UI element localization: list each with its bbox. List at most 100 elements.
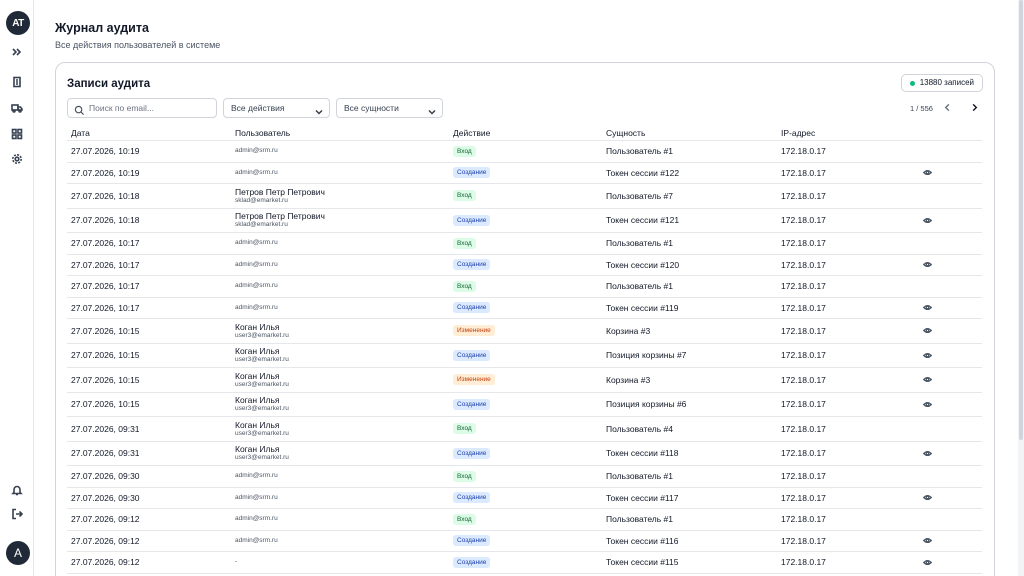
status-dot	[909, 81, 915, 86]
gear-icon[interactable]	[10, 152, 24, 166]
table-row[interactable]: 27.07.2026, 10:18 Петров Петр Петрович skl…	[67, 209, 982, 233]
search-field[interactable]	[67, 98, 217, 118]
bell-icon[interactable]	[10, 483, 24, 497]
row-user-name: Коган Илья	[235, 395, 280, 406]
row-entity: Токен сессии #122	[606, 167, 680, 178]
row-ip: 172.18.0.17	[781, 471, 826, 482]
chevron-down-icon	[428, 104, 436, 115]
view-details-eye-icon[interactable]	[923, 488, 932, 509]
action-badge: Создание	[453, 167, 491, 179]
row-ip: 172.18.0.17	[781, 350, 826, 361]
row-date: 27.07.2026, 10:17	[71, 238, 140, 249]
column-date[interactable]: Дата	[71, 128, 90, 138]
action-badge: Вход	[453, 190, 476, 202]
row-action: Создание	[453, 163, 491, 184]
row-ip: 172.18.0.17	[781, 281, 826, 292]
table-row[interactable]: 27.07.2026, 09:30 admin@srm.ru Вход Пользов…	[67, 466, 982, 488]
expand-sidebar-icon[interactable]	[10, 45, 24, 59]
view-details-eye-icon[interactable]	[923, 393, 932, 417]
row-date: 27.07.2026, 10:17	[71, 259, 140, 270]
table-row[interactable]: 27.07.2026, 10:17 admin@srm.ru Вход Пользов…	[67, 233, 982, 255]
row-entity: Токен сессии #120	[606, 259, 680, 270]
table-row[interactable]: 27.07.2026, 10:17 admin@srm.ru Создание Ток…	[67, 298, 982, 319]
building-icon[interactable]	[10, 75, 24, 89]
view-details-eye-icon[interactable]	[923, 368, 932, 392]
page-scrollbar[interactable]	[1018, 0, 1024, 576]
view-details-eye-icon[interactable]	[923, 344, 932, 368]
action-filter-select[interactable]: Все действия	[223, 98, 330, 118]
row-user: -	[235, 552, 237, 573]
row-action: Вход	[453, 233, 476, 254]
column-entity[interactable]: Сущность	[606, 128, 645, 138]
table-row[interactable]: 27.07.2026, 09:12 admin@srm.ru Создание Ток…	[67, 531, 982, 552]
row-date: 27.07.2026, 10:15	[71, 399, 140, 410]
row-user-name: Петров Петр Петрович	[235, 211, 325, 222]
next-page-button[interactable]	[968, 101, 980, 113]
row-date: 27.07.2026, 10:18	[71, 215, 140, 226]
table-row[interactable]: 27.07.2026, 10:19 admin@srm.ru Создание Ток…	[67, 163, 982, 184]
row-user-name: Коган Илья	[235, 444, 280, 455]
entity-filter-select[interactable]: Все сущности	[336, 98, 443, 118]
row-date: 27.07.2026, 09:30	[71, 492, 140, 503]
view-details-eye-icon[interactable]	[923, 298, 932, 319]
table-row[interactable]: 27.07.2026, 10:15 Коган Илья user3@emarket…	[67, 319, 982, 344]
avatar[interactable]: A	[6, 541, 30, 565]
search-input[interactable]	[89, 101, 213, 115]
row-action: Создание	[453, 298, 491, 319]
prev-page-button[interactable]	[941, 101, 953, 113]
row-user-email: sklad@emarket.ru	[235, 221, 288, 229]
row-user: admin@srm.ru	[235, 276, 278, 297]
table-row[interactable]: 27.07.2026, 09:12 - Создание Токен сессии #…	[67, 552, 982, 574]
table-row[interactable]: 27.07.2026, 09:12 admin@srm.ru Вход Пользов…	[67, 509, 982, 531]
scrollbar-thumb[interactable]	[1019, 0, 1023, 440]
row-action: Вход	[453, 466, 476, 487]
column-ip[interactable]: IP-адрес	[781, 128, 815, 138]
row-entity: Позиция корзины #7	[606, 350, 687, 361]
view-details-eye-icon[interactable]	[923, 319, 932, 343]
view-details-eye-icon[interactable]	[923, 163, 932, 184]
table-row[interactable]: 27.07.2026, 09:31 Коган Илья user3@emarket…	[67, 417, 982, 442]
page-subtitle: Все действия пользователей в системе	[55, 40, 221, 50]
table-row[interactable]: 27.07.2026, 10:19 admin@srm.ru Вход Пользов…	[67, 141, 982, 163]
table-row[interactable]: 27.07.2026, 10:15 Коган Илья user3@emarket…	[67, 368, 982, 393]
action-badge: Вход	[453, 280, 476, 292]
row-ip: 172.18.0.17	[781, 302, 826, 313]
logout-icon[interactable]	[10, 507, 24, 521]
row-user: Коган Илья user3@emarket.ru	[235, 393, 289, 417]
truck-icon[interactable]	[10, 101, 24, 115]
view-details-eye-icon[interactable]	[923, 552, 932, 573]
chevron-down-icon	[315, 104, 323, 115]
row-action: Вход	[453, 184, 476, 208]
column-action[interactable]: Действие	[453, 128, 490, 138]
row-user-name: Коган Илья	[235, 370, 280, 381]
row-ip: 172.18.0.17	[781, 325, 826, 336]
app-logo[interactable]: AT	[6, 11, 30, 35]
table-row[interactable]: 27.07.2026, 09:31 Коган Илья user3@emarket…	[67, 442, 982, 466]
action-badge: Создание	[453, 492, 491, 504]
column-user[interactable]: Пользователь	[235, 128, 290, 138]
row-user-email: -	[235, 558, 238, 566]
view-details-eye-icon[interactable]	[923, 209, 932, 233]
row-entity: Токен сессии #116	[606, 535, 679, 546]
table-row[interactable]: 27.07.2026, 10:17 admin@srm.ru Создание Ток…	[67, 255, 982, 276]
action-filter-value: Все действия	[231, 103, 285, 113]
row-ip: 172.18.0.17	[781, 215, 826, 226]
grid-icon[interactable]	[10, 127, 24, 141]
table-row[interactable]: 27.07.2026, 10:15 Коган Илья user3@emarket…	[67, 344, 982, 368]
row-user: admin@srm.ru	[235, 531, 278, 552]
view-details-eye-icon[interactable]	[923, 442, 932, 466]
row-ip: 172.18.0.17	[781, 238, 826, 249]
sidebar: AT A	[0, 0, 34, 576]
row-user-email: user3@emarket.ru	[235, 429, 289, 437]
view-details-eye-icon[interactable]	[923, 531, 932, 552]
row-date: 27.07.2026, 10:15	[71, 350, 140, 361]
row-ip: 172.18.0.17	[781, 399, 826, 410]
table-row[interactable]: 27.07.2026, 10:18 Петров Петр Петрович skl…	[67, 184, 982, 209]
row-user: admin@srm.ru	[235, 163, 278, 184]
table-row[interactable]: 27.07.2026, 10:15 Коган Илья user3@emarket…	[67, 393, 982, 417]
table-row[interactable]: 27.07.2026, 09:30 admin@srm.ru Создание Ток…	[67, 488, 982, 509]
action-badge: Создание	[453, 447, 491, 459]
view-details-eye-icon[interactable]	[923, 255, 932, 276]
action-badge: Изменение	[453, 325, 495, 337]
table-row[interactable]: 27.07.2026, 10:17 admin@srm.ru Вход Пользов…	[67, 276, 982, 298]
